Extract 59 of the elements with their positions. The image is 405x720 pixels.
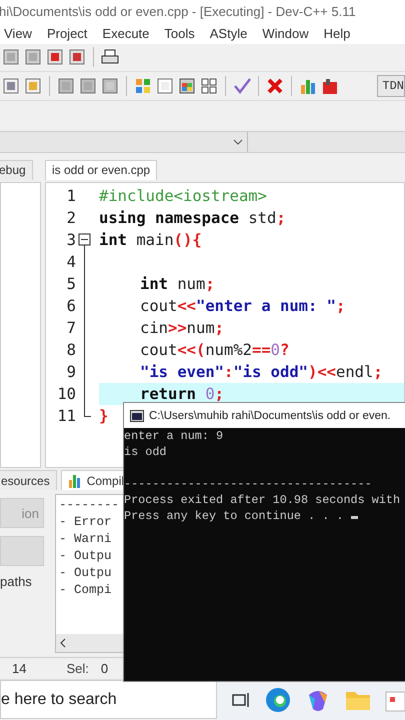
menu-item[interactable]: Tools (164, 26, 195, 42)
grid-icon[interactable] (134, 77, 152, 96)
line-number: 3 (66, 230, 76, 250)
log-line: - Outpu (59, 565, 112, 582)
grid-icon[interactable] (200, 77, 218, 96)
line-number: 11 (56, 406, 76, 426)
console-title: C:\Users\muhib rahi\Documents\is odd or even. (149, 410, 391, 422)
menu-item[interactable]: Project (46, 26, 88, 42)
panel-label: paths (0, 574, 33, 590)
menu-item[interactable]: AStyle (210, 26, 248, 42)
console-app-icon (130, 410, 144, 422)
menu-item[interactable]: View (4, 26, 32, 42)
bar-chart-icon (68, 474, 83, 488)
bar-chart-icon[interactable] (299, 77, 317, 96)
log-line: - Outpu (59, 548, 112, 566)
page-icon[interactable] (79, 77, 97, 96)
page-icon[interactable] (24, 48, 42, 66)
chevron-down-icon (233, 138, 243, 145)
text-cursor (350, 516, 358, 519)
line-number: 4 (66, 252, 76, 272)
combo-box[interactable]: TDN (377, 75, 405, 98)
console-line: ----------------------------------- (124, 476, 373, 492)
console-line: Press any key to continue . . . (124, 508, 405, 524)
line-number: 9 (66, 362, 76, 382)
log-line: -------- (59, 497, 120, 514)
line-number: 10 (56, 384, 76, 404)
search-field[interactable]: e here to search (0, 680, 217, 720)
panel-tab[interactable]: Compil (60, 470, 126, 490)
status-label: Sel: (66, 660, 89, 676)
check-icon[interactable] (233, 77, 251, 96)
menu-item[interactable]: Window (262, 26, 309, 42)
page-icon[interactable] (57, 77, 75, 96)
line-number: 1 (66, 186, 76, 206)
close-icon[interactable] (266, 77, 284, 96)
layout-icon[interactable] (2, 77, 20, 96)
console-line: Process exited after 10.98 seconds with (124, 492, 402, 508)
window-icon[interactable] (156, 77, 174, 96)
menu-item[interactable]: Help (324, 26, 350, 42)
line-number: 5 (66, 274, 76, 294)
log-line: - Warni (59, 531, 112, 548)
status-value: 0 (100, 660, 108, 676)
window-title: hi\Documents\is odd or even.cpp - [Executing] - Dev-C++ 5.11 (0, 4, 356, 20)
color-grid-icon[interactable] (178, 77, 196, 96)
log-line: - Compi (59, 582, 112, 600)
line-number: 8 (66, 340, 76, 360)
status-value: 14 (12, 660, 26, 676)
layout-icon[interactable] (24, 77, 42, 96)
log-line: - Error (59, 514, 112, 532)
panel-tab[interactable]: esources (0, 470, 57, 490)
console-line: is odd (124, 444, 168, 460)
line-number: 7 (66, 318, 76, 338)
page-icon[interactable] (2, 48, 20, 66)
line-number: 2 (66, 208, 76, 228)
line-number: 6 (66, 296, 76, 316)
menu-item[interactable]: Execute (102, 26, 150, 42)
file-tab[interactable]: is odd or even.cpp (45, 160, 158, 180)
console-line: enter a num: 9 (124, 428, 224, 444)
page-icon[interactable] (101, 77, 119, 96)
printer-icon[interactable] (101, 48, 119, 66)
